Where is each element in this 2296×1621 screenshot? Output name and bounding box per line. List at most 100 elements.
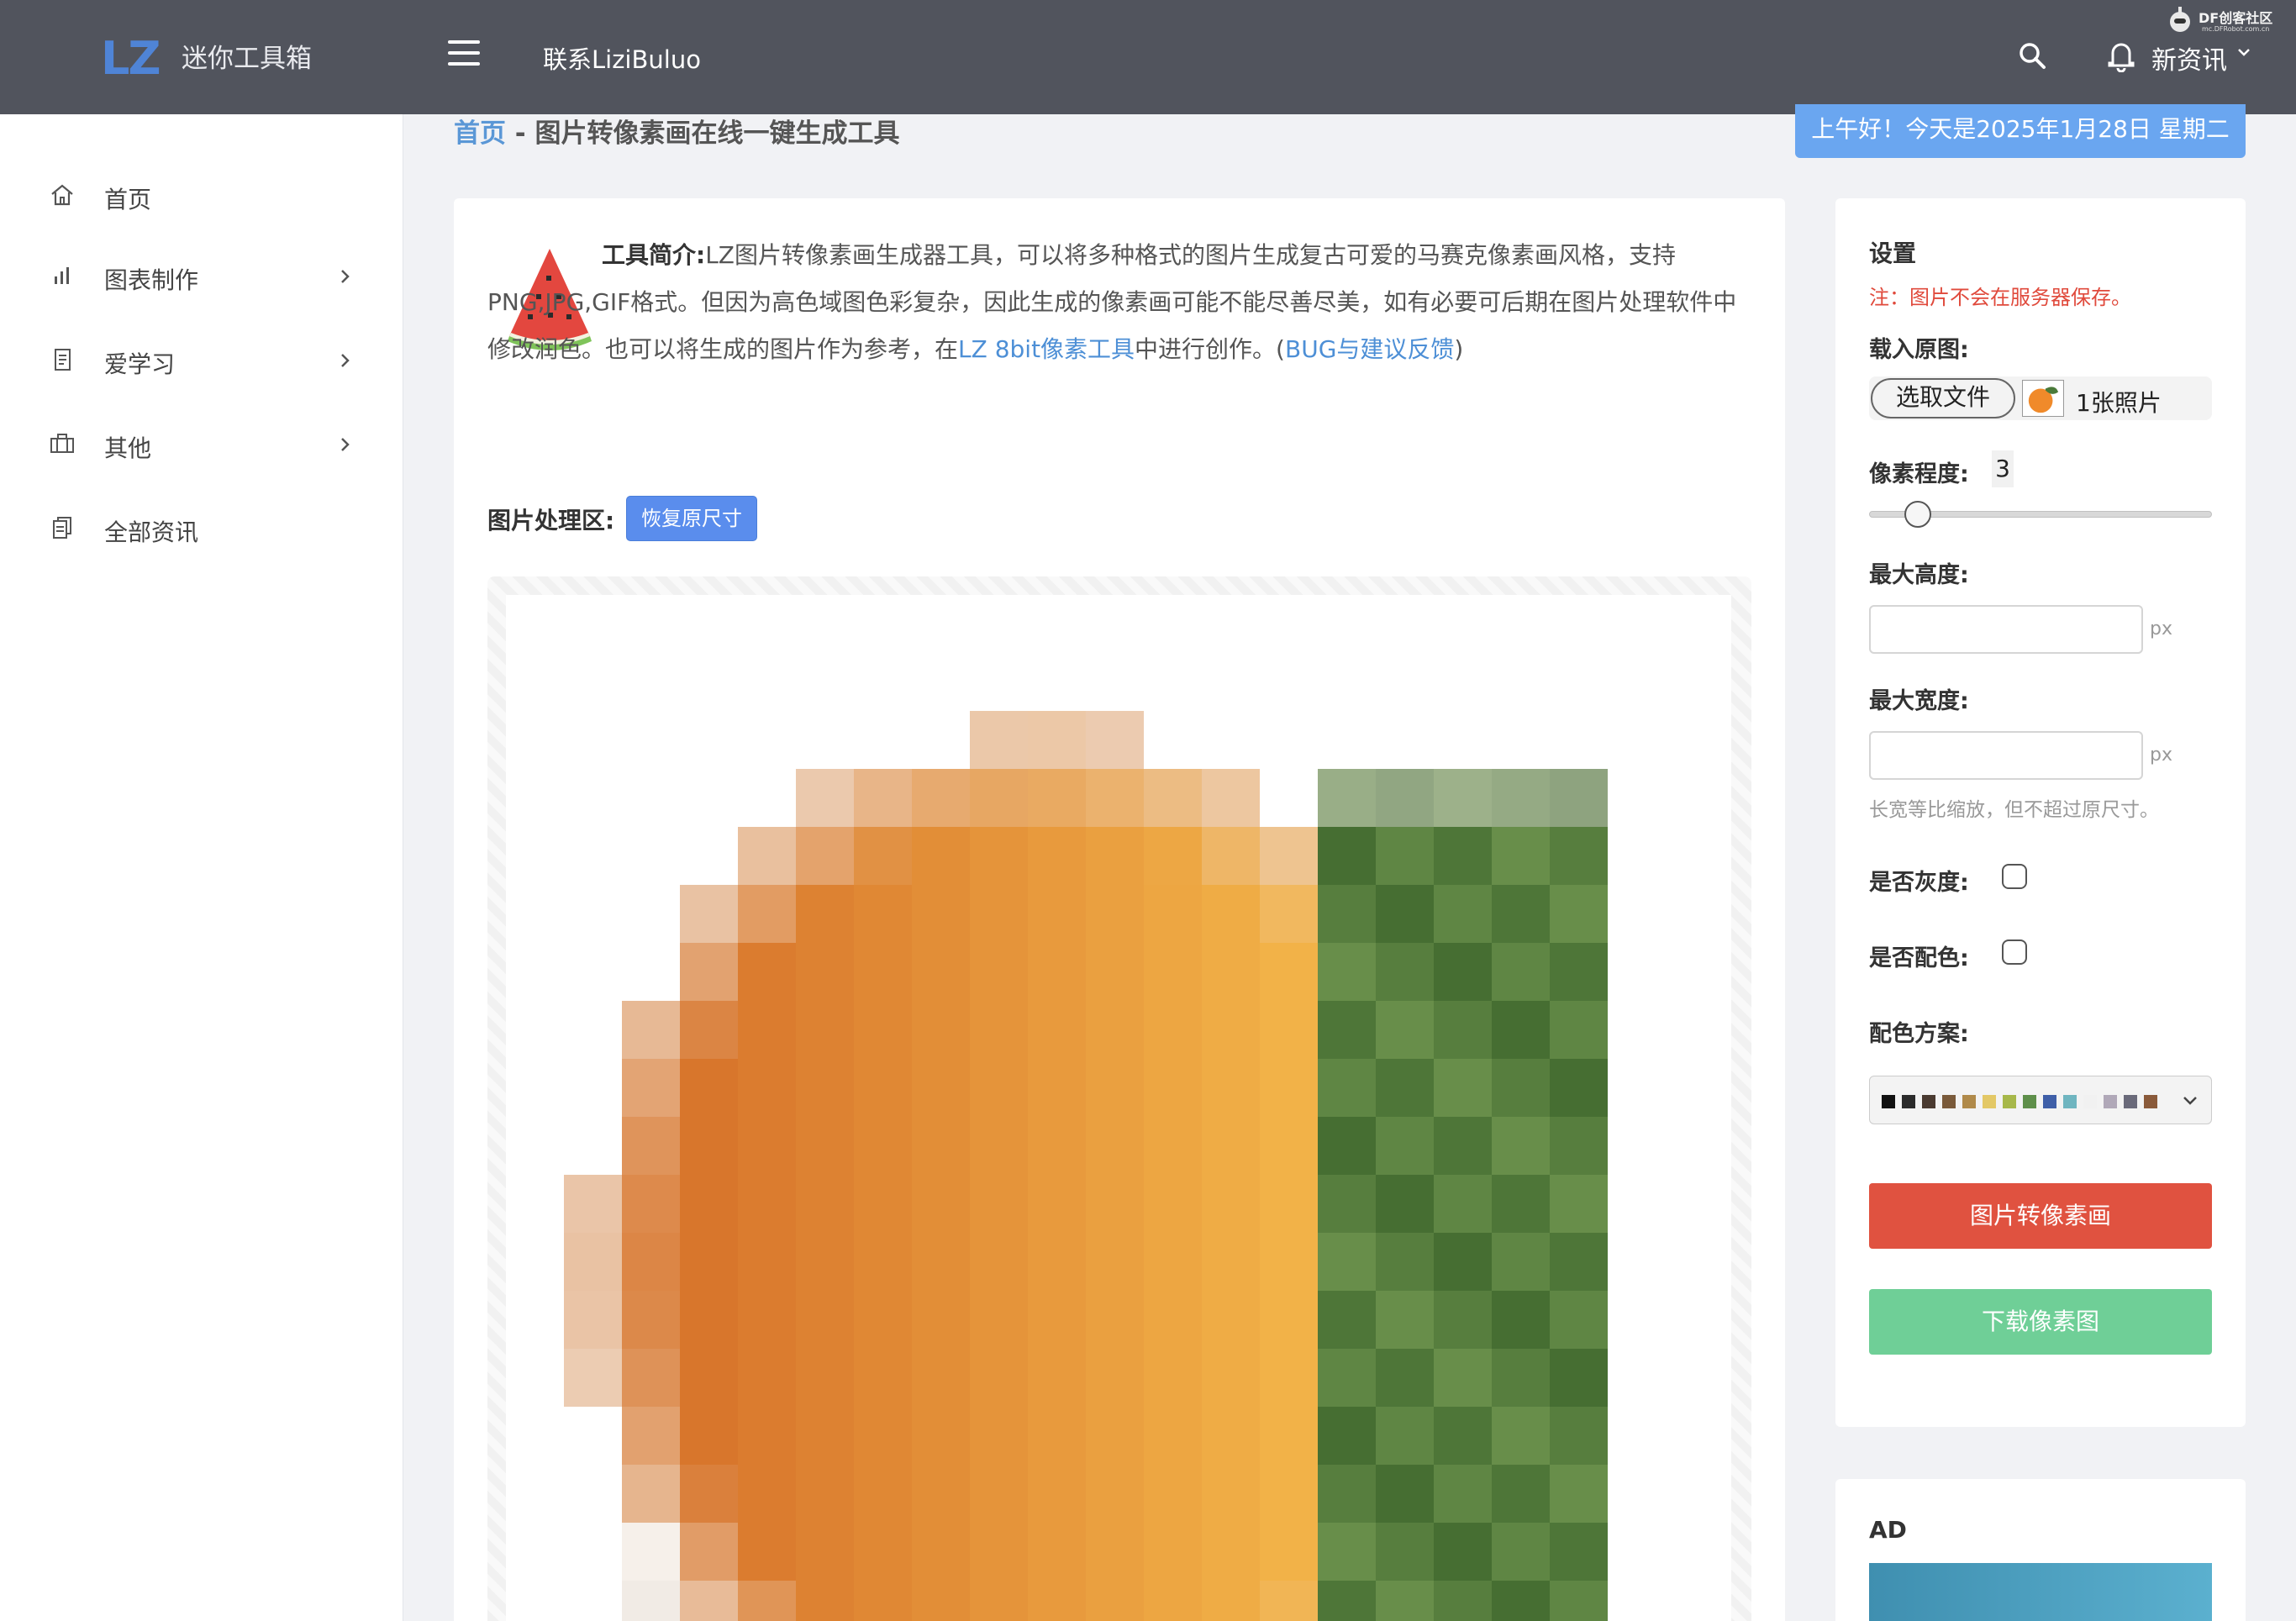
- max-height-input[interactable]: [1869, 605, 2143, 654]
- palette-swatch: [2104, 1095, 2117, 1108]
- pixel-cell: [738, 1001, 796, 1059]
- logo-mark[interactable]: LZ: [101, 32, 161, 85]
- pixel-cell: [1260, 885, 1318, 943]
- download-pixel-button[interactable]: 下载像素图: [1869, 1289, 2212, 1355]
- breadcrumb-home-link[interactable]: 首页: [454, 118, 506, 149]
- pixel-cell: [1318, 769, 1376, 827]
- search-icon[interactable]: [2017, 40, 2047, 71]
- pixel-cell: [1086, 943, 1144, 1001]
- pixel-cell: [796, 1349, 854, 1407]
- pixel-cell: [1492, 943, 1550, 1001]
- convert-to-pixel-button[interactable]: 图片转像素画: [1869, 1183, 2212, 1249]
- pixel-cell: [1434, 943, 1492, 1001]
- choose-file-button[interactable]: 选取文件: [1871, 378, 2015, 418]
- pixel-cell: [1376, 1407, 1434, 1465]
- pixel-cell: [1434, 1059, 1492, 1117]
- pixel-cell: [1028, 1233, 1086, 1291]
- pixel-cell: [1086, 1059, 1144, 1117]
- pixel-cell: [1550, 1465, 1608, 1523]
- sidebar-item-home[interactable]: 首页: [49, 175, 368, 217]
- pixel-cell: [1202, 1001, 1260, 1059]
- pixel-art-canvas[interactable]: [506, 595, 1731, 1621]
- sidebar-item-all-news[interactable]: 全部资讯: [49, 508, 368, 550]
- pixel-cell: [1434, 769, 1492, 827]
- sidebar-item-label: 爱学习: [104, 350, 176, 378]
- pixel-cell: [622, 1465, 680, 1523]
- pixel-cell: [1028, 885, 1086, 943]
- pixel-cell: [1318, 1291, 1376, 1349]
- palette-swatch: [2043, 1095, 2056, 1108]
- pixel-cell: [622, 1523, 680, 1581]
- pixel-cell: [1376, 1523, 1434, 1581]
- pixel-cell: [1260, 1233, 1318, 1291]
- greeting-banner: 上午好！今天是2025年1月28日 星期二: [1795, 104, 2246, 158]
- grayscale-checkbox[interactable]: [2002, 864, 2027, 889]
- pixel-cell: [1318, 1465, 1376, 1523]
- contact-link[interactable]: 联系LiziBuluo: [543, 40, 701, 76]
- pixel-cell: [1492, 1233, 1550, 1291]
- pixel-cell: [622, 1581, 680, 1621]
- pixel-cell: [1318, 1233, 1376, 1291]
- pixel-cell: [1260, 1407, 1318, 1465]
- palette-swatch: [2023, 1095, 2036, 1108]
- pixel-cell: [1318, 1001, 1376, 1059]
- pixel-cell: [912, 1349, 970, 1407]
- pixel-cell: [738, 1117, 796, 1175]
- palette-scheme-label: 配色方案:: [1869, 1021, 1969, 1047]
- slider-handle[interactable]: [1904, 501, 1931, 528]
- pixel-cell: [738, 1407, 796, 1465]
- pixel-cell: [1028, 1465, 1086, 1523]
- palette-select[interactable]: [1869, 1076, 2212, 1124]
- pixel-cell: [1492, 769, 1550, 827]
- pixel-cell: [912, 1581, 970, 1621]
- pixel-cell: [796, 1465, 854, 1523]
- palette-swatch: [1922, 1095, 1935, 1108]
- chevron-down-icon[interactable]: [2235, 44, 2252, 61]
- pixel-cell: [1086, 711, 1144, 769]
- width-unit: px: [2150, 745, 2172, 766]
- pixel-cell: [1492, 827, 1550, 885]
- pixel-cell: [1260, 1001, 1318, 1059]
- pixel-cell: [1202, 885, 1260, 943]
- sidebar-item-other[interactable]: 其他: [49, 424, 368, 466]
- chevron-down-icon: [2183, 1097, 2197, 1105]
- pixel-cell: [912, 1059, 970, 1117]
- pixel-level-value: 3: [1992, 450, 2014, 487]
- max-width-input[interactable]: [1869, 731, 2143, 780]
- pixel-cell: [1086, 1001, 1144, 1059]
- sidebar-item-charts[interactable]: 图表制作: [49, 255, 368, 297]
- pixel-cell: [738, 827, 796, 885]
- pixel-cell: [1086, 1407, 1144, 1465]
- pixel-tool-link[interactable]: LZ 8bit像素工具: [958, 335, 1135, 363]
- palette-enable-checkbox[interactable]: [2002, 939, 2027, 965]
- sidebar-item-label: 其他: [104, 434, 152, 462]
- sidebar-item-label: 图表制作: [104, 266, 199, 294]
- bell-icon[interactable]: [2106, 39, 2136, 72]
- sidebar-item-study[interactable]: 爱学习: [49, 339, 368, 382]
- breadcrumb-separator: -: [506, 118, 535, 149]
- pixel-cell: [1492, 1465, 1550, 1523]
- pixel-cell: [1202, 1407, 1260, 1465]
- feedback-link[interactable]: BUG与建议反馈: [1285, 335, 1454, 363]
- server-note: 注：图片不会在服务器保存。: [1869, 286, 2131, 309]
- news-dropdown[interactable]: 新资讯: [2151, 39, 2227, 76]
- chevron-right-icon: [341, 270, 350, 283]
- bar-chart-icon: [55, 267, 69, 284]
- logo-text[interactable]: 迷你工具箱: [182, 37, 312, 75]
- pixel-cell: [1144, 885, 1202, 943]
- pixel-cell: [1144, 943, 1202, 1001]
- pixel-cell: [970, 1349, 1028, 1407]
- pixel-cell: [796, 1523, 854, 1581]
- hamburger-menu-icon[interactable]: [448, 40, 480, 66]
- restore-size-button[interactable]: 恢复原尺寸: [626, 496, 757, 541]
- pixel-cell: [564, 1175, 622, 1233]
- pixel-cell: [1028, 1001, 1086, 1059]
- file-input[interactable]: 选取文件 1张照片: [1869, 376, 2212, 420]
- pixel-cell: [1492, 1581, 1550, 1621]
- pixel-cell: [1318, 1117, 1376, 1175]
- pixel-cell: [1260, 827, 1318, 885]
- pixel-cell: [1144, 1233, 1202, 1291]
- pixel-cell: [970, 1175, 1028, 1233]
- pixel-cell: [1434, 1581, 1492, 1621]
- ad-image[interactable]: [1869, 1563, 2212, 1621]
